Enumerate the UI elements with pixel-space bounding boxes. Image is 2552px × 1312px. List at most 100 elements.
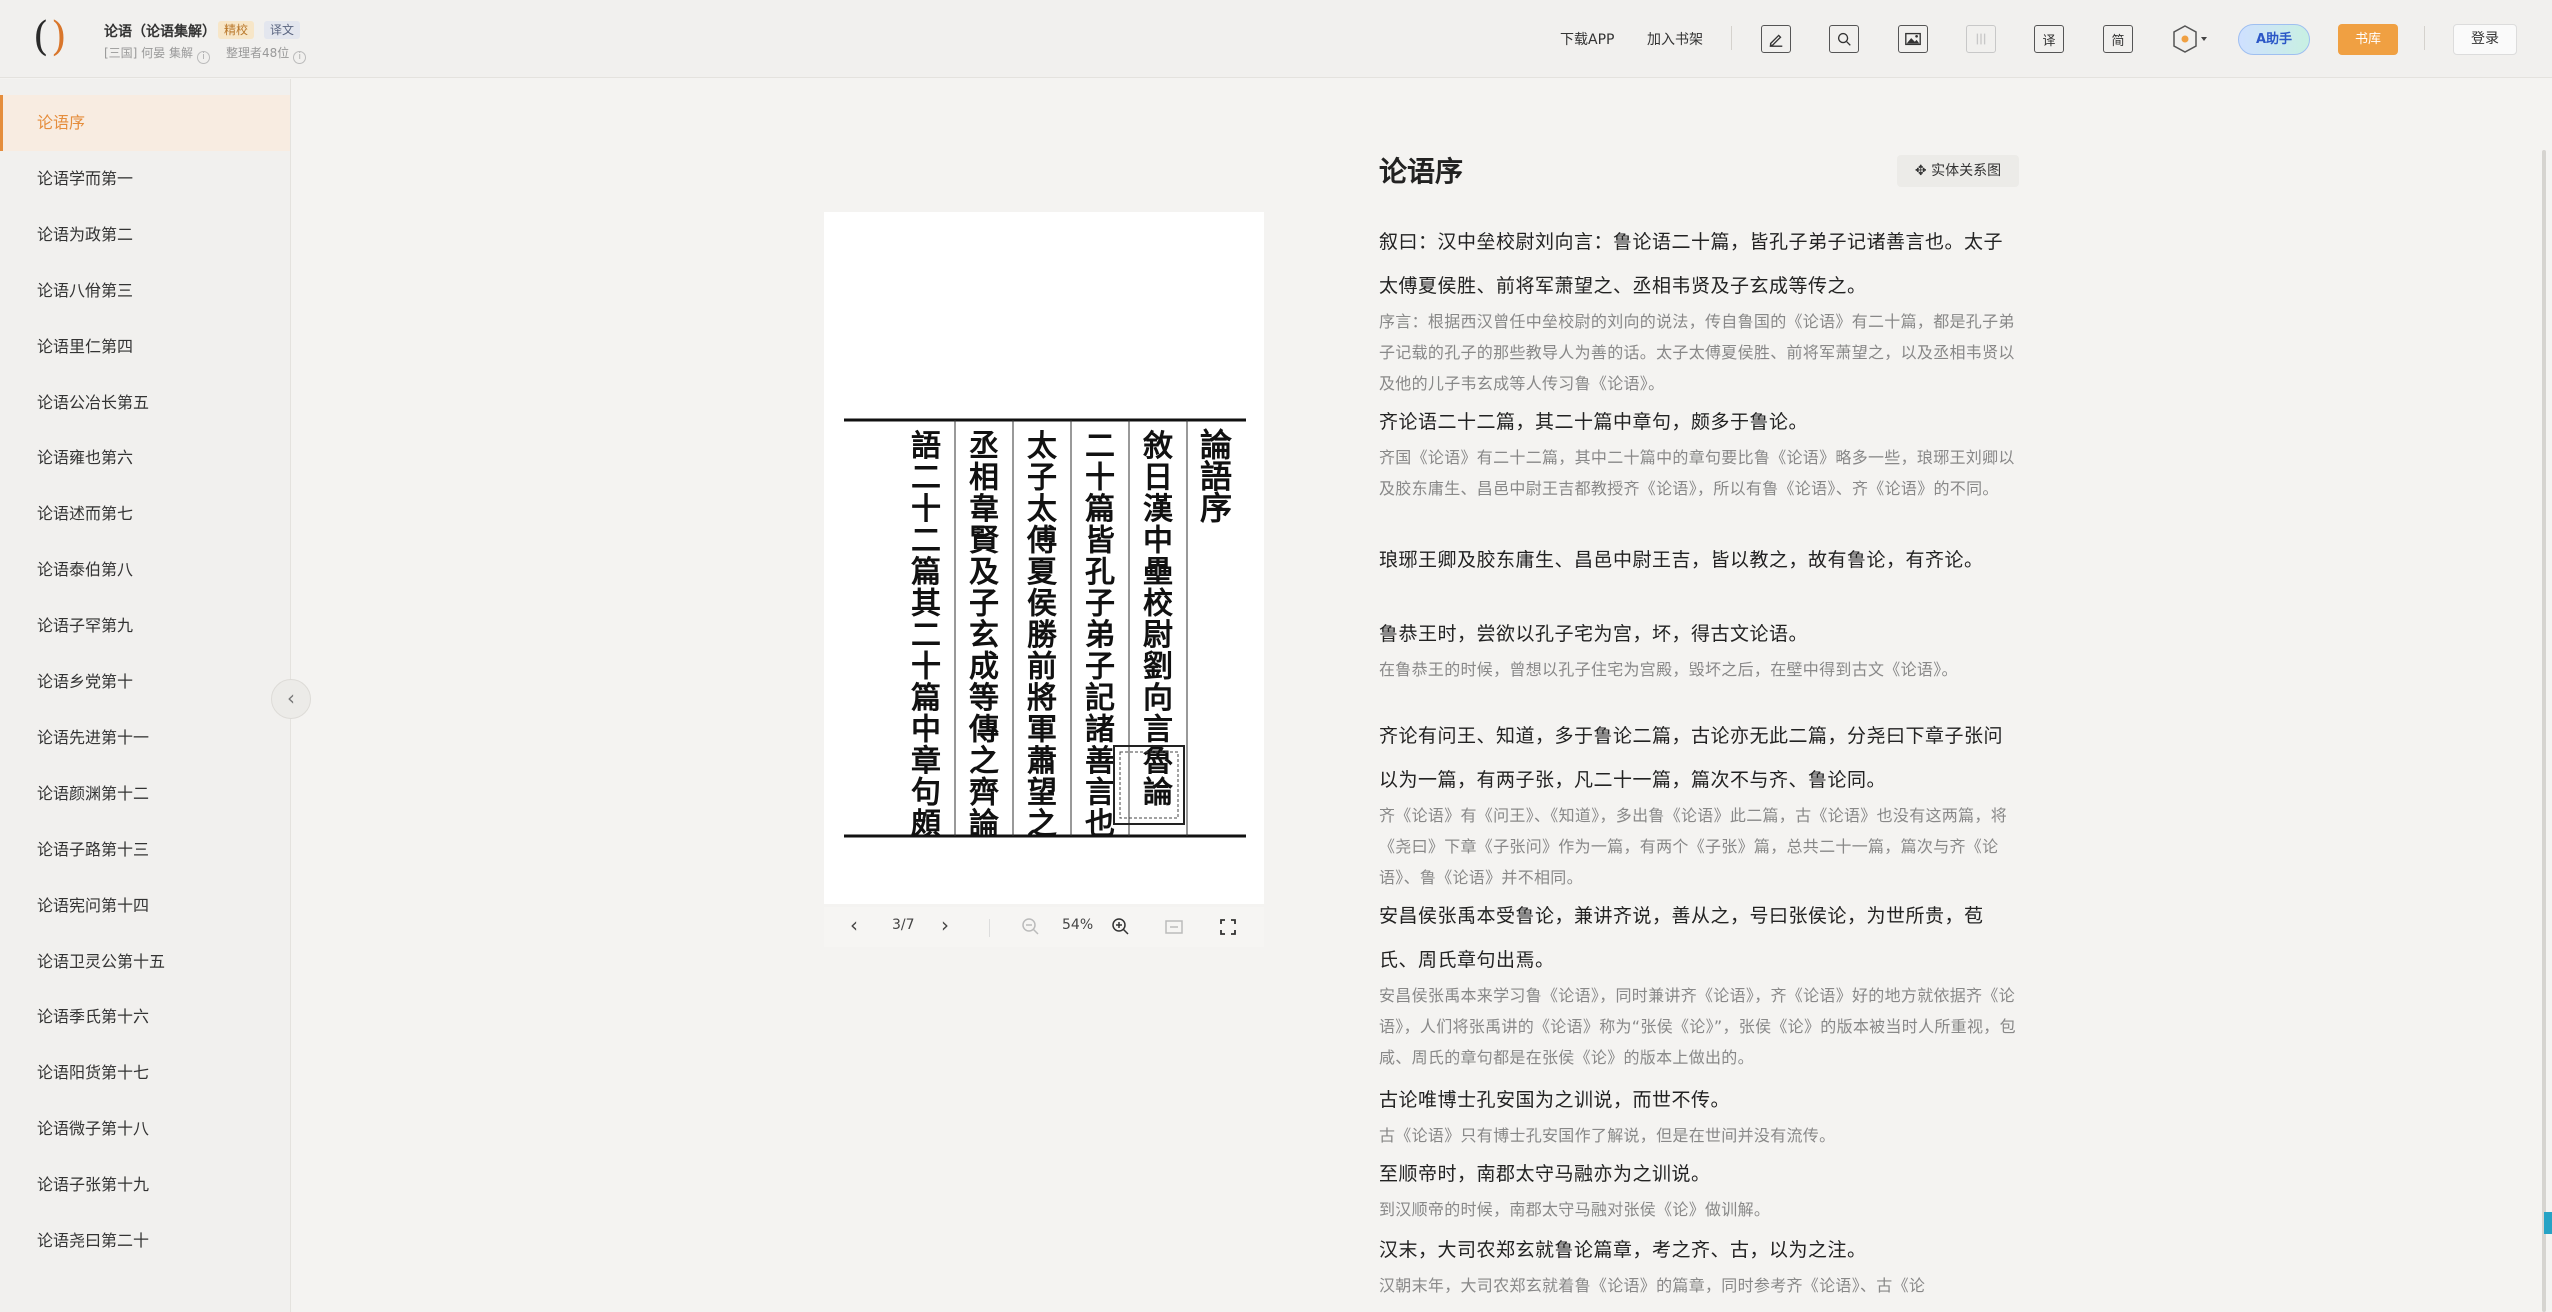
search-icon: [1837, 32, 1851, 46]
scrollbar[interactable]: [2542, 150, 2546, 1312]
library-button[interactable]: 书库: [2338, 24, 2398, 55]
prev-page-button[interactable]: ‹: [850, 913, 858, 937]
translation-toggle-button[interactable]: 译: [2034, 25, 2064, 53]
sidebar-chapter-item[interactable]: 论语乡党第十: [0, 654, 290, 710]
scan-character: 頗: [911, 807, 941, 842]
scan-character: 二: [911, 618, 941, 653]
translation-paragraph: 序言：根据西汉曾任中垒校尉的刘向的说法，传自鲁国的《论语》有二十篇，都是孔子弟子…: [1379, 312, 2015, 393]
sidebar-chapter-item[interactable]: 论语宪问第十四: [0, 878, 290, 934]
original-text-paragraph[interactable]: 古论唯博士孔安国为之训说，而世不传。: [1379, 1078, 2019, 1122]
zoom-in-icon: [1112, 918, 1129, 935]
sidebar-chapter-item[interactable]: 论语为政第二: [0, 207, 290, 263]
scan-character: 子: [969, 587, 999, 622]
section-title: 论语序: [1379, 155, 1464, 188]
simplified-toggle-button[interactable]: 简: [2103, 25, 2133, 53]
yiwen-badge: 译文: [264, 21, 301, 39]
sidebar-chapter-item[interactable]: 论语公冶长第五: [0, 375, 290, 431]
scan-character: 十: [1085, 461, 1115, 496]
scan-character: 皆: [1085, 524, 1115, 559]
next-page-button[interactable]: ›: [941, 913, 949, 937]
scan-character: 之: [969, 744, 999, 779]
scan-character: 言: [1143, 713, 1173, 748]
sidebar-chapter-item[interactable]: 论语子罕第九: [0, 598, 290, 654]
theme-selector[interactable]: [2170, 24, 2210, 54]
zoom-out-button[interactable]: [1020, 916, 1040, 940]
sidebar-chapter-item[interactable]: 论语八佾第三: [0, 263, 290, 319]
scan-character: 孔: [1085, 555, 1115, 590]
scan-character: 之: [1027, 807, 1057, 842]
scan-character: 等: [969, 681, 999, 716]
scan-character: 勝: [1027, 618, 1058, 653]
scan-character: 子: [1085, 650, 1115, 685]
scan-character: 傳: [968, 713, 999, 748]
download-app-link[interactable]: 下载APP: [1560, 29, 1614, 49]
ai-assistant-button[interactable]: A助手: [2238, 24, 2310, 55]
original-text-paragraph[interactable]: 叙曰：汉中垒校尉刘向言：鲁论语二十篇，皆孔子弟子记诸善言也。太子太傅夏侯胜、前将…: [1379, 220, 2019, 308]
sidebar-chapter-item[interactable]: 论语卫灵公第十五: [0, 934, 290, 990]
sidebar-chapter-item[interactable]: 论语里仁第四: [0, 319, 290, 375]
original-text-paragraph[interactable]: 齐论语二十二篇，其二十篇中章句，颇多于鲁论。: [1379, 400, 2019, 444]
scan-character: 子: [1027, 461, 1057, 496]
entity-relation-button[interactable]: ✥ 实体关系图: [1897, 155, 2019, 187]
vertical-layout-button[interactable]: [1966, 25, 1996, 53]
info-icon[interactable]: i: [197, 51, 210, 64]
original-text-paragraph[interactable]: 至顺帝时，南郡太守马融亦为之训说。: [1379, 1152, 2019, 1196]
scan-character: 將: [1027, 681, 1057, 716]
feedback-tab[interactable]: [2544, 1212, 2552, 1234]
original-text-paragraph[interactable]: 安昌侯张禹本受鲁论，兼讲齐说，善从之，号曰张侯论，为世所贵，苞氏、周氏章句出焉。: [1379, 894, 2019, 982]
scan-character: 弟: [1085, 618, 1115, 653]
scan-text-column: 太子太傅夏侯勝前將軍蕭望之: [1026, 429, 1058, 842]
scan-character: 論: [969, 807, 999, 842]
sidebar-chapter-item[interactable]: 论语序: [0, 95, 290, 151]
translation-paragraph: 齐国《论语》有二十二篇，其中二十篇中的章句要比鲁《论语》略多一些，琅琊王刘卿以及…: [1379, 448, 2015, 498]
search-tool-button[interactable]: [1829, 25, 1859, 53]
site-logo[interactable]: (): [33, 16, 77, 60]
sidebar-chapter-item[interactable]: 论语述而第七: [0, 486, 290, 542]
original-text-paragraph[interactable]: 汉末，大司农郑玄就鲁论篇章，考之齐、古，以为之注。: [1379, 1228, 2019, 1272]
scan-character: 玄: [969, 618, 999, 653]
login-button[interactable]: 登录: [2453, 24, 2517, 55]
author-text: [三国] 何晏 集解: [104, 46, 193, 60]
scan-character: 相: [969, 461, 999, 496]
sidebar-chapter-item[interactable]: 论语雍也第六: [0, 430, 290, 486]
scan-character: 諸: [1085, 713, 1115, 748]
scan-viewer[interactable]: 論語序敘日漢中壘校尉劉向言魯論二十篇皆孔子弟子記諸善言也太子太傅夏侯勝前將軍蕭望…: [824, 212, 1264, 904]
sidebar-chapter-item[interactable]: 论语先进第十一: [0, 710, 290, 766]
sidebar-chapter-item[interactable]: 论语子张第十九: [0, 1157, 290, 1213]
add-to-shelf-link[interactable]: 加入书架: [1647, 29, 1703, 49]
original-text-paragraph[interactable]: 齐论有问王、知道，多于鲁论二篇，古论亦无此二篇，分尧曰下章子张问以为一篇，有两子…: [1379, 714, 2019, 802]
translation-paragraph: 古《论语》只有博士孔安国作了解说，但是在世间并没有流传。: [1379, 1126, 1836, 1145]
scan-character: 中: [1143, 524, 1173, 559]
sidebar-chapter-item[interactable]: 论语泰伯第八: [0, 542, 290, 598]
annotate-tool-button[interactable]: [1761, 25, 1791, 53]
scan-character: 侯: [1027, 587, 1057, 622]
scan-character: 校: [1143, 587, 1173, 622]
sidebar-chapter-item[interactable]: 论语季氏第十六: [0, 989, 290, 1045]
info-icon[interactable]: i: [293, 51, 307, 64]
scan-character: 壘: [1143, 555, 1173, 590]
sidebar-chapter-item[interactable]: 论语子路第十三: [0, 822, 290, 878]
fit-width-button[interactable]: [1164, 917, 1184, 941]
image-tool-button[interactable]: [1898, 25, 1928, 53]
scan-character: 十: [911, 650, 941, 685]
scan-character: 前: [1027, 650, 1057, 685]
scanned-page-image: 論語序敘日漢中壘校尉劉向言魯論二十篇皆孔子弟子記諸善言也太子太傅夏侯勝前將軍蕭望…: [844, 316, 1246, 848]
viewer-toolbar: ‹ 3/7 › 54%: [824, 907, 1264, 947]
editor-count: 整理者48位 i: [226, 44, 307, 64]
sidebar-chapter-item[interactable]: 论语学而第一: [0, 151, 290, 207]
sidebar-chapter-item[interactable]: 论语尧曰第二十: [0, 1213, 290, 1269]
collapse-sidebar-button[interactable]: ‹: [271, 679, 311, 719]
scan-character: 夏: [1027, 555, 1058, 590]
sidebar-chapter-item[interactable]: 论语微子第十八: [0, 1101, 290, 1157]
scan-text-column: 論語序: [1200, 426, 1232, 527]
scan-character: 齊: [969, 776, 999, 811]
scan-character: 傅: [1026, 524, 1057, 559]
original-text-paragraph[interactable]: 鲁恭王时，尝欲以孔子宅为宫，坏，得古文论语。: [1379, 612, 2019, 656]
fullscreen-button[interactable]: [1218, 917, 1238, 941]
original-text-paragraph[interactable]: 琅琊王卿及胶东庸生、昌邑中尉王吉，皆以教之，故有鲁论，有齐论。: [1379, 538, 2019, 582]
scan-text-column: 語二十二篇其二十篇中章句頗: [911, 429, 941, 842]
zoom-in-button[interactable]: [1110, 916, 1130, 940]
sidebar-chapter-item[interactable]: 论语颜渊第十二: [0, 766, 290, 822]
sidebar-chapter-item[interactable]: 论语阳货第十七: [0, 1045, 290, 1101]
scan-character: 序: [1200, 489, 1232, 527]
